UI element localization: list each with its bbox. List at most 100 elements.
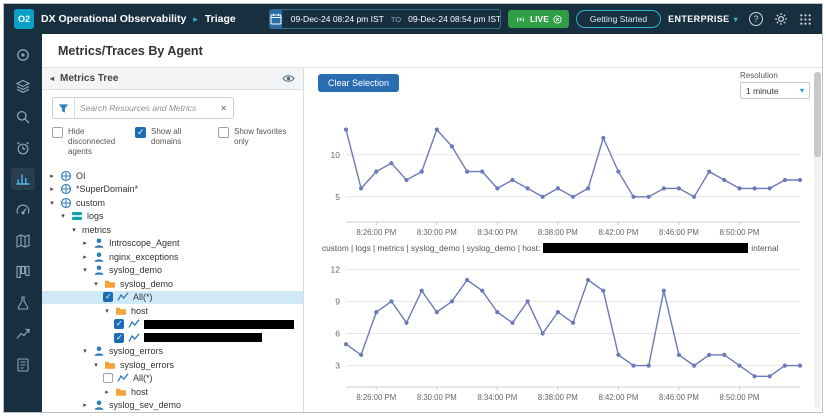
logo-text: O2	[18, 14, 30, 24]
metrics-icon[interactable]	[11, 168, 35, 190]
collapse-icon[interactable]: ▾	[81, 347, 89, 355]
collapse-icon[interactable]: ▾	[48, 199, 56, 207]
checkbox-icon[interactable]	[52, 127, 63, 138]
enterprise-menu[interactable]: ENTERPRISE ▾	[668, 14, 738, 24]
checkbox-icon[interactable]	[135, 127, 146, 138]
live-label: LIVE	[530, 14, 549, 24]
tree-item[interactable]: ▾custom	[42, 196, 303, 210]
metric-icon	[128, 318, 140, 330]
expand-icon[interactable]: ▸	[103, 388, 111, 396]
collapse-icon[interactable]: ▾	[81, 266, 89, 274]
gear-icon[interactable]	[774, 12, 788, 26]
time-range-values[interactable]: 09-Dec-24 08:24 pm IST TO 09-Dec-24 08:5…	[282, 14, 501, 24]
domain-icon	[60, 197, 72, 209]
help-icon[interactable]: ?	[749, 12, 763, 26]
svg-text:8:42:00 PM: 8:42:00 PM	[598, 228, 638, 237]
tree-item[interactable]: ▸host	[42, 385, 303, 399]
search-icon[interactable]	[11, 106, 35, 128]
clear-search-icon[interactable]: ✕	[214, 104, 233, 113]
resolution-select[interactable]: 1 minute ▾	[740, 82, 810, 99]
clear-selection-button[interactable]: Clear Selection	[318, 74, 399, 92]
tree-item[interactable]	[42, 331, 303, 345]
folder-icon	[115, 305, 127, 317]
time-range-picker[interactable]: 09-Dec-24 08:24 pm IST TO 09-Dec-24 08:5…	[269, 9, 501, 29]
tree-item[interactable]: ▾syslog_demo	[42, 277, 303, 291]
collapse-icon[interactable]: ▾	[103, 307, 111, 315]
tree-item-label: nginx_exceptions	[109, 252, 179, 262]
time-from[interactable]: 09-Dec-24 08:24 pm IST	[291, 14, 384, 24]
search-input[interactable]	[75, 103, 214, 113]
filter-show-favorites-only[interactable]: Show favorites only	[218, 127, 293, 157]
collapse-icon[interactable]: ▾	[92, 361, 100, 369]
tree-item[interactable]: ▸Introscope_Agent	[42, 237, 303, 251]
tree-item[interactable]: ▸OI	[42, 169, 303, 183]
target-icon[interactable]	[11, 44, 35, 66]
tree-item[interactable]: ▾ syslog_errors	[42, 345, 303, 359]
tree-item-label: host	[131, 306, 148, 316]
expand-icon[interactable]: ▸	[48, 185, 56, 193]
getting-started-button[interactable]: Getting Started	[576, 10, 661, 28]
search-row: ✕	[42, 90, 303, 122]
tree-item[interactable]: ▾logs	[42, 210, 303, 224]
expand-icon[interactable]: ▸	[48, 172, 56, 180]
chart-title-prefix: custom | logs | metrics | syslog_demo | …	[322, 243, 540, 253]
svg-text:8:46:00 PM: 8:46:00 PM	[659, 393, 699, 402]
live-signal-icon	[515, 14, 526, 25]
layers-icon[interactable]	[11, 75, 35, 97]
time-to[interactable]: 09-Dec-24 08:54 pm IST	[408, 14, 501, 24]
left-nav	[4, 34, 42, 412]
tree-item[interactable]: ▸syslog_sev_demo	[42, 399, 303, 413]
tree-checkbox[interactable]	[114, 333, 124, 343]
svg-text:8:50:00 PM: 8:50:00 PM	[720, 393, 760, 402]
filter-show-all-domains[interactable]: Show all domains	[135, 127, 210, 157]
tree-item[interactable]: All(*)	[42, 372, 303, 386]
tree-item[interactable]: ▾ host	[42, 304, 303, 318]
flask-icon[interactable]	[11, 292, 35, 314]
tree-checkbox[interactable]	[103, 292, 113, 302]
filter-hide-disconnected-agents[interactable]: Hide disconnected agents	[52, 127, 127, 157]
scrollbar-thumb[interactable]	[814, 72, 821, 157]
calendar-icon[interactable]	[270, 10, 282, 28]
tree-checkbox[interactable]	[114, 319, 124, 329]
collapse-icon[interactable]: ▾	[92, 280, 100, 288]
board-icon[interactable]	[11, 261, 35, 283]
collapse-panel-icon[interactable]: ◂	[50, 74, 54, 83]
collapse-icon[interactable]: ▾	[70, 226, 78, 234]
tree-item[interactable]: ▾syslog_demo	[42, 264, 303, 278]
list-icon[interactable]	[11, 354, 35, 376]
svg-text:8:38:00 PM: 8:38:00 PM	[538, 393, 578, 402]
gauge-icon[interactable]	[11, 199, 35, 221]
tree-checkbox[interactable]	[103, 373, 113, 383]
folder-icon	[104, 359, 116, 371]
live-badge[interactable]: LIVE	[508, 10, 569, 28]
map-icon[interactable]	[11, 230, 35, 252]
tree-item-label: *SuperDomain*	[76, 184, 138, 194]
tree-item[interactable]	[42, 318, 303, 332]
tree-item[interactable]: ▸ *SuperDomain*	[42, 183, 303, 197]
tree-item[interactable]: ▸ nginx_exceptions	[42, 250, 303, 264]
filter-icon[interactable]	[53, 98, 75, 118]
expand-icon[interactable]: ▸	[81, 253, 89, 261]
tree-item[interactable]: ▾metrics	[42, 223, 303, 237]
eye-icon[interactable]	[282, 73, 295, 84]
svg-text:8:38:00 PM: 8:38:00 PM	[538, 228, 578, 237]
tree-item-label: syslog_errors	[120, 360, 174, 370]
scrollbar[interactable]	[814, 72, 821, 408]
resolution-label: Resolution	[740, 71, 810, 80]
expand-icon[interactable]: ▸	[81, 401, 89, 409]
tree-item[interactable]: All(*)	[42, 291, 303, 305]
trend-icon[interactable]	[11, 323, 35, 345]
expand-icon[interactable]: ▸	[81, 239, 89, 247]
app-grid-icon[interactable]	[799, 13, 812, 26]
live-stop-icon[interactable]	[553, 15, 562, 24]
checkbox-icon[interactable]	[218, 127, 229, 138]
breadcrumb-triage[interactable]: Triage	[205, 13, 236, 25]
agent-icon	[93, 399, 105, 411]
tree-item[interactable]: ▾ syslog_errors	[42, 358, 303, 372]
filter-label: Hide disconnected agents	[68, 127, 127, 157]
collapse-icon[interactable]: ▾	[59, 212, 67, 220]
alarm-icon[interactable]	[11, 137, 35, 159]
redacted-host-label	[543, 243, 748, 253]
svg-text:8:50:00 PM: 8:50:00 PM	[720, 228, 760, 237]
tree-item-label: syslog_errors	[109, 346, 163, 356]
